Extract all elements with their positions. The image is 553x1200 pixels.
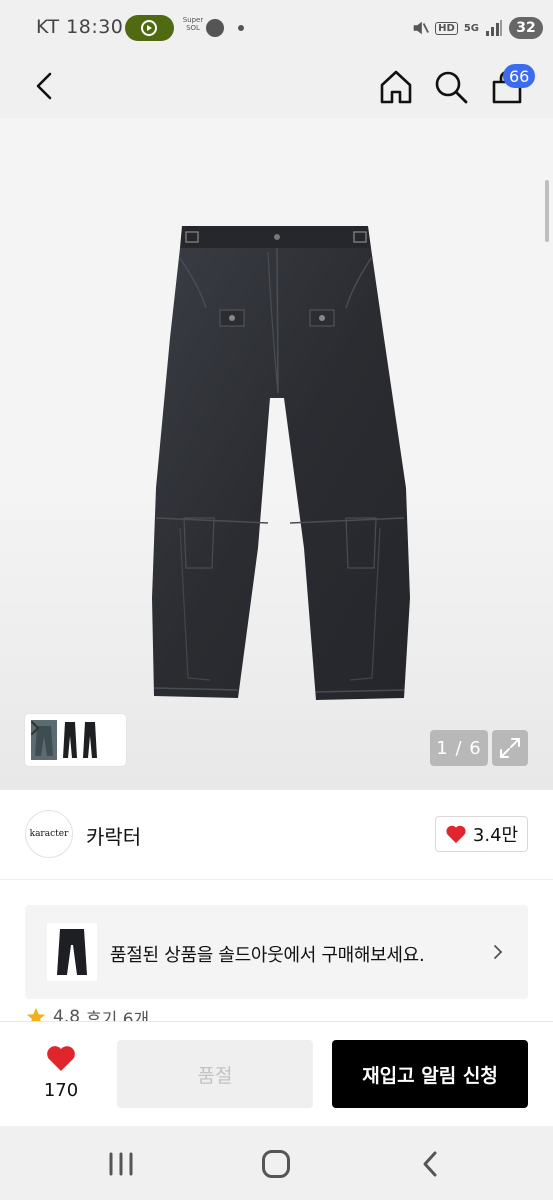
- wishlist-button[interactable]: 170: [30, 1042, 92, 1106]
- hd-voice-icon: HD: [435, 21, 458, 35]
- system-home-icon[interactable]: [262, 1150, 290, 1178]
- system-navigation-bar: [0, 1126, 553, 1200]
- brand-like-button[interactable]: 3.4만: [435, 816, 528, 852]
- mute-icon: [413, 21, 430, 35]
- recent-apps-icon[interactable]: [106, 1150, 136, 1178]
- wishlist-count: 170: [43, 1080, 79, 1101]
- image-counter: 1 / 6: [430, 730, 488, 766]
- system-back-icon[interactable]: [420, 1150, 440, 1178]
- search-icon[interactable]: [432, 68, 470, 106]
- clock-label: 18:30: [66, 16, 124, 38]
- heart-icon: [446, 825, 466, 844]
- brand-row: karacter 카락터 3.4만: [0, 790, 553, 880]
- soldout-banner-text: 품절된 상품을 솔드아웃에서 구매해보세요.: [110, 945, 425, 966]
- bottom-action-bar: 170 품절 재입고 알림 신청: [0, 1022, 553, 1126]
- product-image-jeans[interactable]: [140, 218, 420, 718]
- more-notifications-icon: [238, 25, 244, 31]
- call-indicator-icon: [125, 15, 174, 41]
- scroll-indicator: [545, 180, 549, 242]
- thumbnail-strip[interactable]: [25, 714, 126, 766]
- back-icon[interactable]: [28, 66, 62, 106]
- app-notification-icon: [206, 19, 224, 37]
- heart-icon: [47, 1046, 75, 1071]
- brand-name[interactable]: 카락터: [86, 821, 141, 850]
- status-bar: KT 18:30 Super SOL HD 5G 32: [0, 0, 553, 56]
- status-right-group: HD 5G 32: [411, 14, 543, 42]
- carrier-label: KT: [36, 16, 60, 38]
- cart-count-badge: 66: [503, 64, 536, 88]
- expand-icon[interactable]: [492, 730, 528, 766]
- battery-icon: 32: [509, 17, 543, 39]
- product-image-gallery[interactable]: 1 / 6: [0, 118, 553, 790]
- super-sol-icon: Super SOL: [182, 16, 204, 32]
- top-navigation: 66: [0, 56, 553, 118]
- soldout-banner[interactable]: 품절된 상품을 솔드아웃에서 구매해보세요.: [25, 905, 528, 999]
- thumbnail-next-icon[interactable]: [29, 718, 41, 738]
- chevron-right-icon: [494, 945, 503, 959]
- network-5g-icon: 5G: [463, 22, 479, 34]
- status-carrier-time: KT 18:30: [36, 16, 123, 38]
- restock-alert-button[interactable]: 재입고 알림 신청: [332, 1040, 528, 1108]
- signal-icon: [486, 20, 502, 36]
- soldout-button: 품절: [117, 1040, 313, 1108]
- soldout-product-image: [47, 923, 97, 981]
- home-icon[interactable]: [377, 68, 415, 106]
- brand-like-count: 3.4만: [472, 825, 519, 846]
- brand-logo[interactable]: karacter: [25, 810, 73, 858]
